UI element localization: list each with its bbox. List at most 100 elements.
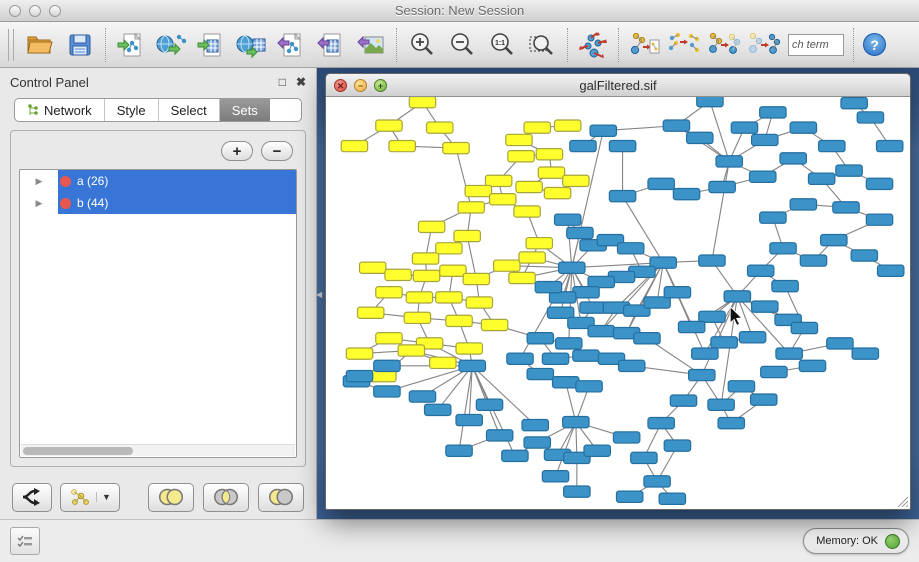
- zoom-out-button[interactable]: [442, 26, 482, 64]
- export-network-button[interactable]: [271, 26, 311, 64]
- import-table-file-button[interactable]: [191, 26, 231, 64]
- remove-set-button[interactable]: −: [261, 141, 293, 161]
- import-network-file-button[interactable]: [111, 26, 151, 64]
- tab-sets[interactable]: Sets: [220, 99, 270, 121]
- network-tab-icon: [27, 104, 39, 117]
- zoom-window-button[interactable]: [49, 5, 61, 17]
- minimize-window-button[interactable]: [29, 5, 41, 17]
- memory-status-button[interactable]: Memory: OK: [803, 528, 909, 554]
- zoom-selection-icon: [527, 31, 557, 59]
- network-desktop: ◀ ✕ − + galFiltered.sif: [317, 68, 919, 519]
- yellow-network-icon: [69, 487, 91, 507]
- expand-arrow-icon[interactable]: ▶: [36, 198, 43, 209]
- status-bar: Memory: OK: [0, 519, 919, 562]
- sets-panel: + − ▶ a (26) ▶ b (44): [10, 130, 306, 467]
- toolbar-separator: [853, 28, 854, 62]
- difference-networks-button[interactable]: [744, 26, 784, 64]
- app-titlebar: Session: New Session: [0, 0, 919, 22]
- search-input[interactable]: [788, 34, 844, 56]
- task-history-button[interactable]: [10, 527, 40, 555]
- help-button[interactable]: ?: [863, 33, 886, 56]
- control-panel-title: Control Panel: [10, 75, 279, 90]
- export-image-icon: [356, 31, 386, 59]
- add-set-button[interactable]: +: [221, 141, 253, 161]
- fork-arrows-icon: [21, 487, 43, 507]
- toolbar-drag-handle[interactable]: [8, 29, 14, 61]
- difference-sets-button[interactable]: [258, 483, 304, 512]
- float-panel-button[interactable]: □: [279, 75, 286, 89]
- horizontal-scrollbar[interactable]: [21, 444, 295, 456]
- import-table-url-button[interactable]: [231, 26, 271, 64]
- control-panel: Control Panel □ ✖ Network Style: [0, 68, 317, 519]
- create-set-from-network-button[interactable]: ▼: [60, 483, 120, 512]
- svg-text:1:1: 1:1: [495, 40, 505, 47]
- close-network-window-button[interactable]: ✕: [334, 79, 347, 92]
- import-table-web-icon: [235, 31, 267, 59]
- export-image-button[interactable]: [351, 26, 391, 64]
- task-list-icon: [17, 534, 33, 548]
- zoom-in-icon: [408, 31, 436, 59]
- tab-network[interactable]: Network: [15, 99, 105, 121]
- zoom-actual-size-button[interactable]: 1:1: [482, 26, 522, 64]
- window-controls: [9, 5, 61, 17]
- close-window-button[interactable]: [9, 5, 21, 17]
- minimize-network-window-button[interactable]: −: [354, 79, 367, 92]
- toolbar-separator: [105, 28, 106, 62]
- expand-arrow-icon[interactable]: ▶: [36, 176, 43, 187]
- maximize-network-window-button[interactable]: +: [374, 79, 387, 92]
- control-panel-tabbar: Network Style Select Sets: [14, 98, 302, 122]
- import-table-file-icon: [196, 31, 226, 59]
- zoom-selected-region-button[interactable]: [522, 26, 562, 64]
- set-color-icon: [60, 176, 71, 187]
- split-set-button[interactable]: [12, 483, 52, 512]
- sets-actions: ▼: [0, 475, 316, 519]
- network-window-titlebar[interactable]: ✕ − + galFiltered.sif: [326, 74, 910, 97]
- toolbar-separator: [396, 28, 397, 62]
- floppy-disk-icon: [67, 32, 93, 58]
- import-network-web-icon: [155, 31, 187, 59]
- zoom-in-button[interactable]: [402, 26, 442, 64]
- open-folder-icon: [25, 32, 55, 58]
- venn-union-icon: [156, 487, 186, 507]
- union-networks-button[interactable]: [664, 26, 704, 64]
- export-network-icon: [276, 31, 306, 59]
- set-color-icon: [60, 198, 71, 209]
- dropdown-caret-icon[interactable]: ▼: [96, 492, 111, 502]
- import-network-url-button[interactable]: [151, 26, 191, 64]
- layout-icon: [577, 30, 609, 60]
- toolbar-separator: [618, 28, 619, 62]
- set-row-a[interactable]: ▶ a (26): [20, 170, 296, 192]
- union-networks-icon: [667, 30, 701, 60]
- network-view[interactable]: [326, 97, 910, 509]
- collapse-panel-arrow[interactable]: ◀: [316, 290, 323, 300]
- network-window-title: galFiltered.sif: [579, 78, 656, 93]
- app-title: Session: New Session: [395, 3, 524, 18]
- intersect-networks-button[interactable]: [704, 26, 744, 64]
- tab-style[interactable]: Style: [105, 99, 159, 121]
- save-session-button[interactable]: [60, 26, 100, 64]
- close-panel-button[interactable]: ✖: [296, 75, 306, 89]
- venn-difference-icon: [266, 487, 296, 507]
- network-window[interactable]: ✕ − + galFiltered.sif: [325, 73, 911, 510]
- open-session-button[interactable]: [20, 26, 60, 64]
- set-row-b[interactable]: ▶ b (44): [20, 192, 296, 214]
- network-to-file-icon: [628, 30, 660, 60]
- union-sets-button[interactable]: [148, 483, 194, 512]
- tab-select[interactable]: Select: [159, 99, 220, 121]
- intersect-networks-icon: [707, 30, 741, 60]
- resize-grip[interactable]: [895, 494, 908, 507]
- toolbar-separator: [567, 28, 568, 62]
- copy-network-to-clipboard-button[interactable]: [624, 26, 664, 64]
- apply-layout-button[interactable]: [573, 26, 613, 64]
- export-table-button[interactable]: [311, 26, 351, 64]
- sets-list: ▶ a (26) ▶ b (44): [19, 169, 297, 458]
- venn-intersection-icon: [211, 487, 241, 507]
- memory-status-label: Memory: OK: [816, 535, 878, 547]
- export-table-icon: [316, 31, 346, 59]
- set-label: a (26): [77, 174, 108, 188]
- network-canvas[interactable]: [326, 97, 910, 509]
- scrollbar-thumb[interactable]: [23, 447, 133, 455]
- set-label: b (44): [77, 196, 108, 210]
- intersect-sets-button[interactable]: [203, 483, 249, 512]
- zoom-out-icon: [448, 31, 476, 59]
